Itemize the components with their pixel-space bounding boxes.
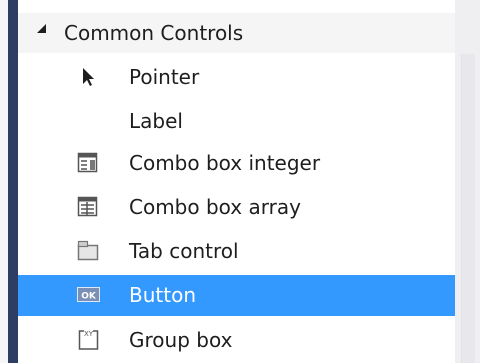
- group-header-label: Common Controls: [64, 21, 244, 45]
- toolbox-item-combo-box-integer[interactable]: Combo box integer: [18, 143, 455, 184]
- tab-control-icon: [76, 239, 102, 263]
- group-box-icon: XY: [76, 328, 102, 352]
- toolbox-item-label-text: Tab control: [129, 239, 239, 263]
- button-icon: OK: [76, 283, 102, 307]
- toolbox-item-tab-control[interactable]: Tab control: [18, 231, 455, 272]
- toolbox-item-group-box[interactable]: XY Group box: [18, 320, 455, 361]
- toolbox-item-label-text: Group box: [129, 328, 233, 352]
- toolbox-item-label: Pointer: [129, 65, 200, 89]
- toolbox-item-label-text: Combo box integer: [129, 151, 321, 175]
- pointer-icon: [76, 65, 102, 89]
- toolbox-item-label-text: Combo box array: [129, 195, 301, 219]
- combo-box-integer-icon: [76, 151, 102, 175]
- scrollbar-thumb[interactable]: [461, 54, 475, 363]
- window-left-border: [0, 0, 18, 363]
- toolbox-item-combo-box-array[interactable]: Combo box array: [18, 187, 455, 228]
- combo-box-array-icon: [76, 195, 102, 219]
- toolbox-item-label[interactable]: Label: [18, 101, 455, 142]
- button-icon-text: OK: [81, 292, 97, 302]
- toolbox-item-label-text: Label: [129, 109, 183, 133]
- toolbox-item-button[interactable]: OK Button: [18, 275, 455, 316]
- group-box-icon-text: XY: [84, 330, 94, 338]
- toolbox-item-label-text: Button: [129, 283, 196, 307]
- toolbox-item-pointer[interactable]: Pointer: [18, 57, 455, 98]
- expand-collapse-caret-icon[interactable]: [37, 24, 46, 33]
